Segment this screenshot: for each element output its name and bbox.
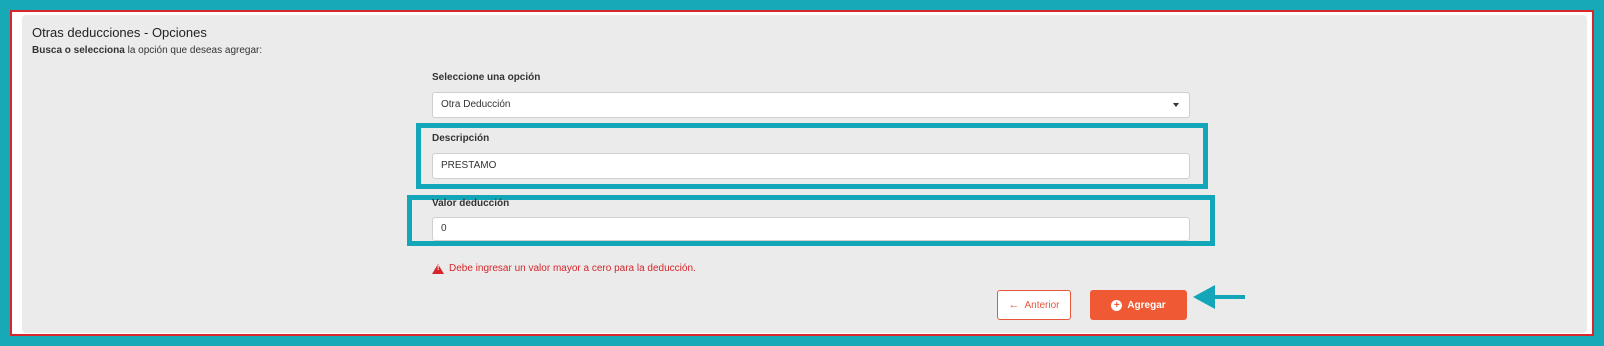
error-text: Debe ingresar un valor mayor a cero para… <box>449 263 696 274</box>
panel-subtitle: Busca o selecciona la opción que deseas … <box>32 45 262 56</box>
error-message: ! Debe ingresar un valor mayor a cero pa… <box>432 263 696 274</box>
subtitle-bold: Busca o selecciona <box>32 45 125 56</box>
add-button[interactable]: + Agregar <box>1090 290 1187 320</box>
amount-label: Valor deducción <box>432 198 510 209</box>
caret-down-icon <box>1173 103 1179 107</box>
panel-title: Otras deducciones - Opciones <box>32 25 207 40</box>
previous-button[interactable]: ← Anterior <box>997 290 1071 320</box>
add-button-label: Agregar <box>1127 299 1166 311</box>
option-label: Seleccione una opción <box>432 72 541 83</box>
annotation-arrow-icon <box>1193 285 1245 309</box>
plus-circle-icon: + <box>1111 299 1123 311</box>
option-select-value: Otra Deducción <box>441 99 511 110</box>
description-input[interactable]: PRESTAMO <box>432 153 1190 179</box>
option-select[interactable]: Otra Deducción <box>432 92 1190 118</box>
previous-button-label: Anterior <box>1024 299 1060 311</box>
subtitle-rest: la opción que deseas agregar: <box>124 45 263 56</box>
arrow-left-icon: ← <box>1008 299 1020 311</box>
amount-input[interactable]: 0 <box>432 217 1190 241</box>
description-label: Descripción <box>432 133 490 144</box>
warning-icon: ! <box>432 263 444 274</box>
